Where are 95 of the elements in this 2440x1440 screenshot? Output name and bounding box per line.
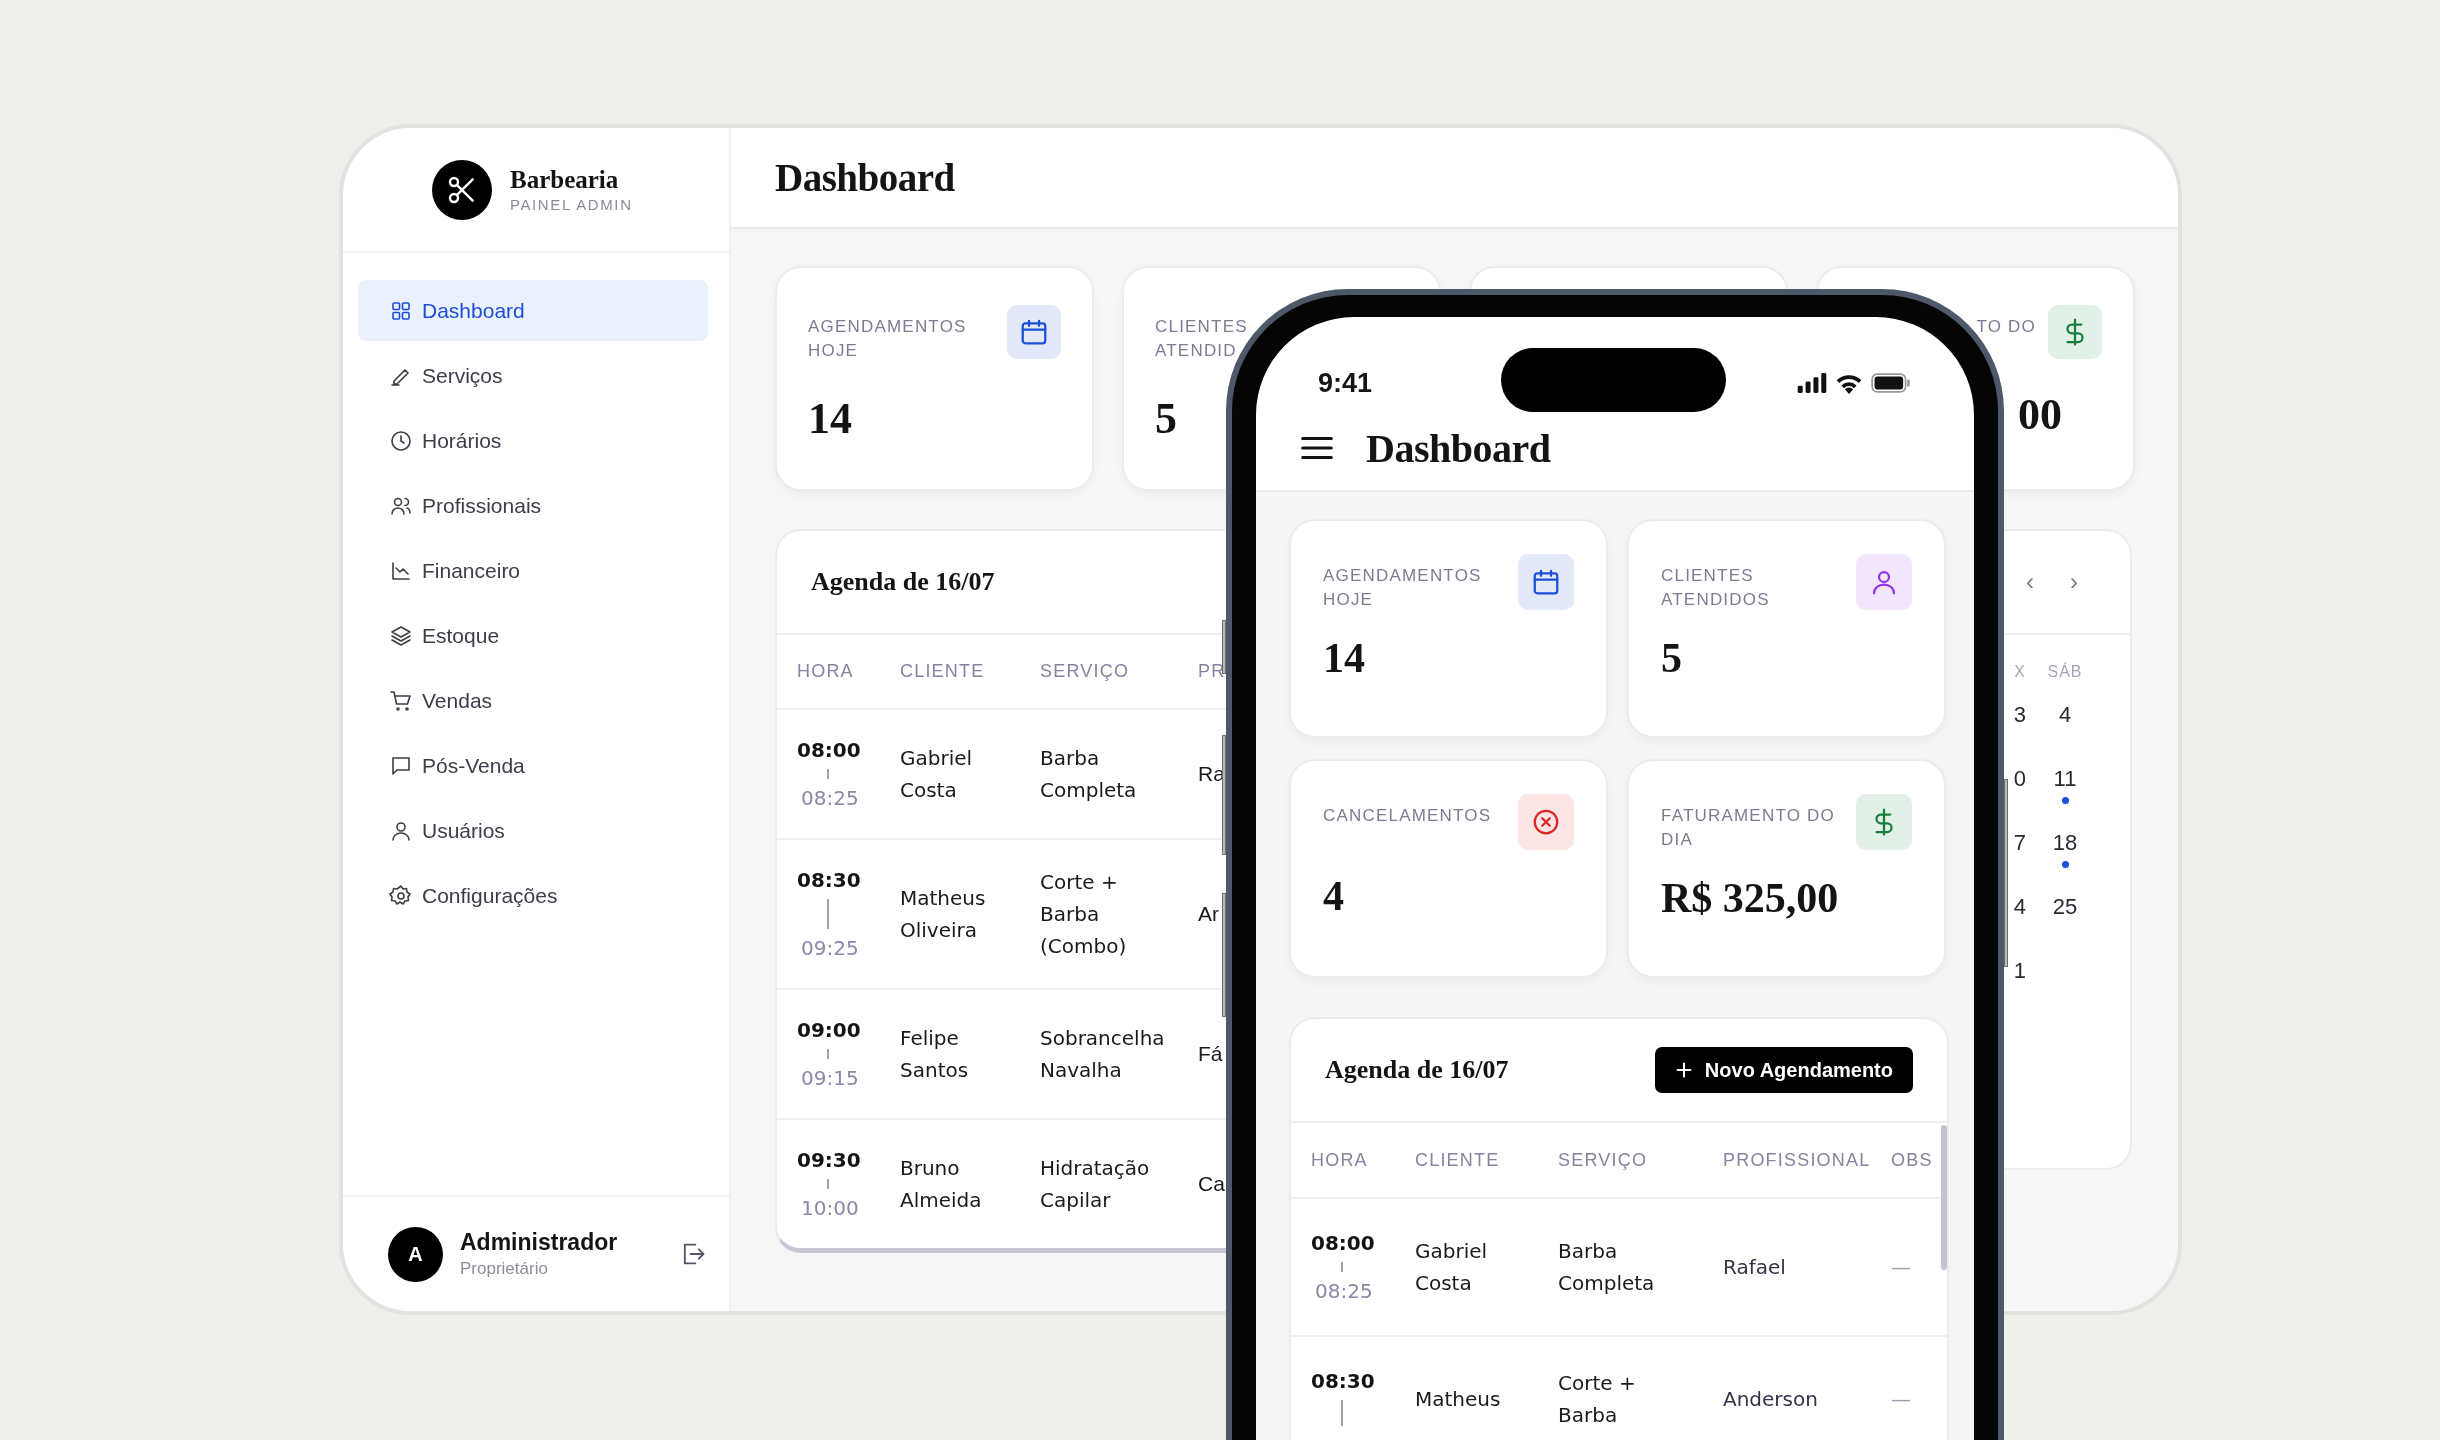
brand-subtitle: PAINEL ADMIN (510, 196, 633, 213)
start-time: 08:30 (1311, 1368, 1375, 1395)
table-cell-text: Barba Completa (1558, 1238, 1656, 1297)
user-role: Proprietário (460, 1259, 549, 1279)
start-time: 08:30 (797, 867, 861, 894)
weekday-label: SÁB (2046, 663, 2084, 682)
calendar-day[interactable]: 7 (2013, 829, 2026, 857)
sidebar-item[interactable]: Estoque (358, 605, 708, 666)
wifi-icon (1835, 372, 1863, 394)
sidebar-item[interactable]: Horários (358, 410, 708, 471)
stat-value: 4 (1323, 872, 1344, 920)
column-header: OBS (1891, 1149, 1934, 1171)
start-time: 08:00 (797, 737, 861, 764)
status-time: 9:41 (1318, 367, 1373, 399)
end-time: 09:25 (800, 935, 859, 962)
battery-icon (1870, 373, 1912, 393)
settings-icon (389, 883, 413, 908)
table-cell-text: Matheus (1415, 1386, 1502, 1413)
end-time: 08:25 (800, 785, 859, 812)
stat-label: AGENDAMENTOS HOJE (1323, 565, 1483, 611)
table-cell-text: Barba Completa (1040, 745, 1138, 804)
sidebar-item[interactable]: Pós-Venda (358, 735, 708, 796)
sidebar-item[interactable]: Vendas (358, 670, 708, 731)
sidebar-item[interactable]: Dashboard (358, 280, 708, 341)
stat-value: 14 (1323, 634, 1365, 682)
brand-name: Barbearia (510, 166, 620, 194)
user-name: Administrador (460, 1229, 618, 1256)
panel-title: Agenda de 16/07 (811, 567, 995, 597)
start-time: 08:00 (1311, 1230, 1375, 1257)
stat-value: 00 (2018, 389, 2062, 440)
column-header: HORA (797, 661, 855, 682)
table-cell-text: — (1891, 1254, 1912, 1281)
page-title: Dashboard (1366, 429, 1551, 469)
cart-icon (389, 688, 413, 713)
stat-value: 5 (1661, 634, 1682, 682)
page-title: Dashboard (775, 155, 955, 200)
clock-icon (389, 428, 413, 453)
end-time: 10:00 (800, 1195, 859, 1222)
sidebar-item[interactable]: Configurações (358, 865, 708, 926)
calendar-day[interactable]: 4 (2013, 893, 2026, 921)
table-cell-text: Rafael (1723, 1254, 1787, 1281)
stat-value: 5 (1155, 393, 1177, 444)
sidebar-item[interactable]: Profissionais (358, 475, 708, 536)
sidebar-item[interactable]: Serviços (358, 345, 708, 406)
new-appointment-button[interactable]: Novo Agendamento (1654, 1047, 1913, 1093)
table-cell-text: — (1891, 1386, 1912, 1413)
column-header: PROFISSIONAL (1723, 1149, 1872, 1171)
column-header: CLIENTE (900, 661, 986, 682)
table-cell-text: Anderson (1723, 1386, 1819, 1413)
table-cell-text: Ar (1198, 901, 1219, 927)
calendar-day[interactable]: 25 (2052, 893, 2078, 921)
column-header: PR (1198, 661, 1227, 682)
panel-title: Agenda de 16/07 (1325, 1055, 1509, 1085)
table-cell-text: Felipe Santos (900, 1025, 970, 1084)
layers-icon (389, 623, 413, 648)
stat-value: 14 (808, 393, 852, 444)
table-cell-text: Sobrancelha Navalha (1040, 1025, 1166, 1084)
stat-label: TO DO (1975, 316, 2036, 338)
stat-label: FATURAMENTO DO DIA (1661, 805, 1836, 851)
signal-icon (1796, 373, 1828, 393)
stat-label: AGENDAMENTOS HOJE (808, 316, 968, 362)
column-header: SERVIÇO (1558, 1149, 1649, 1171)
calendar-day[interactable]: 18 (2052, 829, 2078, 857)
stat-label: CANCELAMENTOS (1323, 805, 1493, 827)
table-cell-text: Fá (1198, 1041, 1223, 1067)
table-cell-text: Matheus Oliveira (900, 885, 987, 944)
stat-value: R$ 325,00 (1661, 874, 1839, 922)
weekday-label: X (2013, 663, 2026, 682)
table-cell-text: Bruno Almeida (900, 1155, 983, 1214)
table-cell-text: Corte + Barba (Combo) (1040, 869, 1128, 960)
calendar-day[interactable]: 4 (2058, 701, 2072, 729)
scrollbar[interactable] (1941, 1125, 1947, 1270)
table-cell-text: Gabriel Costa (1415, 1238, 1489, 1297)
duration-line (1341, 1400, 1343, 1426)
table-cell-text: Gabriel Costa (900, 745, 974, 804)
calendar-day[interactable]: 3 (2013, 701, 2026, 729)
column-header: HORA (1311, 1149, 1369, 1171)
table-cell-text: Ca (1198, 1171, 1225, 1197)
end-time: 09:15 (800, 1065, 859, 1092)
table-cell-text: Corte + Barba (1558, 1370, 1637, 1429)
sidebar-item[interactable]: Usuários (358, 800, 708, 861)
avatar: A (388, 1226, 443, 1282)
start-time: 09:30 (797, 1147, 861, 1174)
stat-label: CLIENTES ATENDID (1155, 316, 1249, 362)
calendar-day[interactable]: 0 (2013, 765, 2026, 793)
table-cell-text: Hidratação Capilar (1040, 1155, 1151, 1214)
end-time: 08:25 (1314, 1278, 1373, 1305)
calendar-day[interactable]: 1 (2013, 957, 2026, 985)
calendar-day[interactable]: 11 (2053, 765, 2077, 793)
start-time: 09:00 (797, 1017, 861, 1044)
duration-line (827, 899, 829, 929)
sidebar-item[interactable]: Financeiro (358, 540, 708, 601)
column-header: SERVIÇO (1040, 661, 1131, 682)
column-header: CLIENTE (1415, 1149, 1501, 1171)
stat-label: CLIENTES ATENDIDOS (1661, 565, 1771, 611)
